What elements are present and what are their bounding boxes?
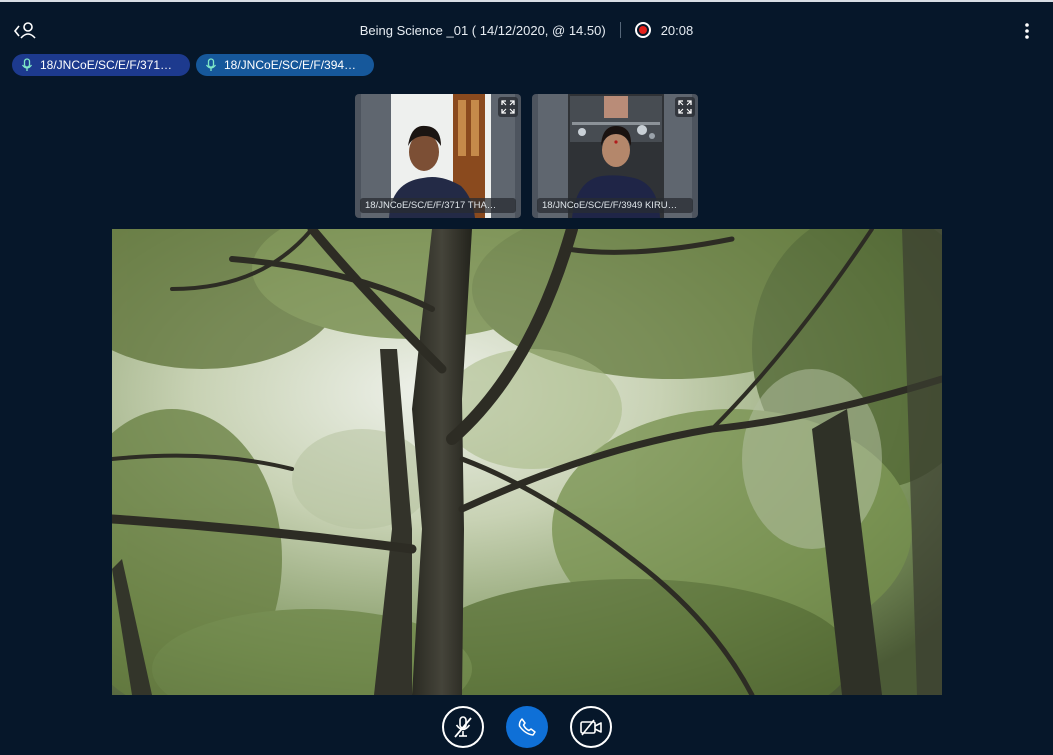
talker-chip[interactable]: 18/JNCoE/SC/E/F/371…: [12, 54, 190, 76]
leave-audio-button[interactable]: [505, 706, 548, 748]
talking-indicator: 18/JNCoE/SC/E/F/371… 18/JNCoE/SC/E/F/394…: [12, 54, 374, 76]
fullscreen-icon: [678, 100, 692, 114]
talker-chip[interactable]: 18/JNCoE/SC/E/F/394…: [196, 54, 374, 76]
camera-icon: [579, 719, 602, 736]
vertical-dots-icon: [1025, 23, 1029, 39]
microphone-icon: [21, 58, 33, 71]
fullscreen-icon: [501, 100, 515, 114]
window-top-border: [0, 0, 1053, 2]
recording-indicator-icon[interactable]: [634, 22, 651, 38]
microphone-icon: [205, 58, 217, 71]
talker-name: 18/JNCoE/SC/E/F/394…: [224, 58, 357, 72]
webcam-user-name: 18/JNCoE/SC/E/F/3949 KIRU…: [537, 198, 693, 213]
meeting-header: Being Science _01 ( 14/12/2020, @ 14.50)…: [0, 20, 1053, 40]
talker-name: 18/JNCoE/SC/E/F/371…: [40, 58, 173, 72]
recording-time: 20:08: [660, 22, 694, 38]
action-bar: [0, 706, 1053, 748]
unmute-button[interactable]: [441, 706, 484, 748]
options-menu-button[interactable]: [1014, 18, 1040, 44]
fullscreen-button[interactable]: [675, 97, 695, 117]
fullscreen-button[interactable]: [498, 97, 518, 117]
forest-canopy-image: [112, 229, 942, 695]
webcam-tile[interactable]: 18/JNCoE/SC/E/F/3949 KIRU…: [532, 94, 698, 218]
phone-icon: [518, 718, 536, 736]
header-divider: [619, 22, 621, 38]
webcam-user-name: 18/JNCoE/SC/E/F/3717 THA…: [360, 198, 516, 213]
muted-microphone-icon: [453, 716, 472, 738]
screenshare-video: [112, 229, 942, 695]
webcam-tile[interactable]: 18/JNCoE/SC/E/F/3717 THA…: [355, 94, 521, 218]
share-webcam-button[interactable]: [569, 706, 612, 748]
meeting-title: Being Science _01 ( 14/12/2020, @ 14.50): [359, 22, 606, 38]
